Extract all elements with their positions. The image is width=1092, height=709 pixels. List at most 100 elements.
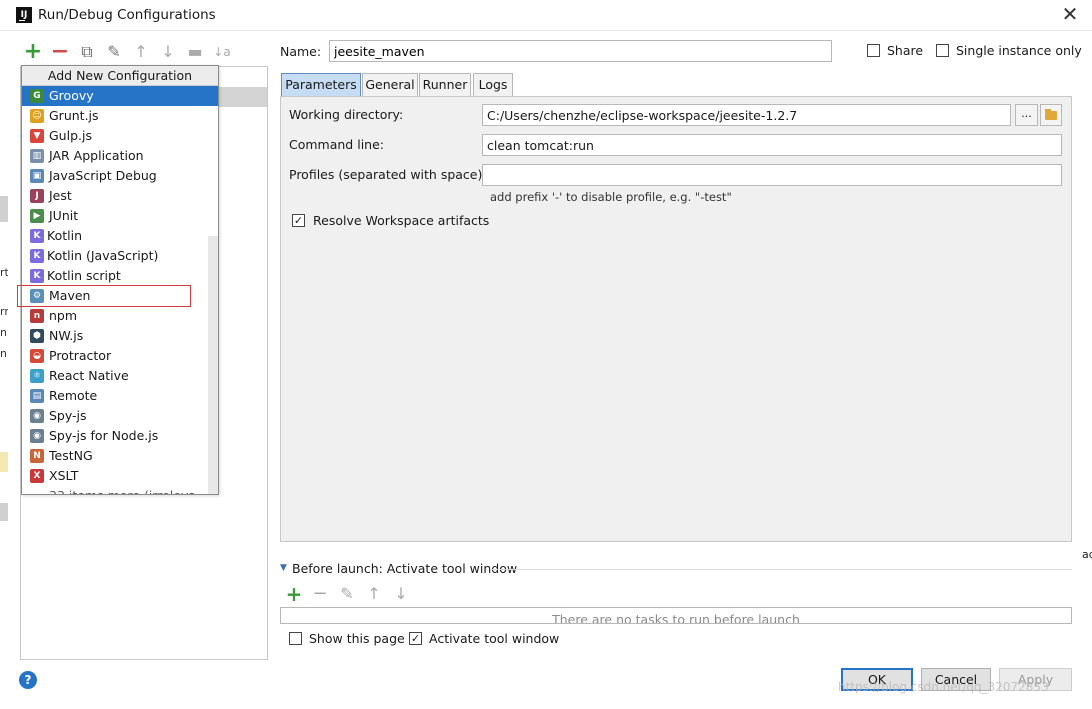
before-launch-label[interactable]: Before launch: Activate tool window — [292, 561, 517, 576]
show-this-page-label[interactable]: Show this page — [309, 631, 405, 646]
intellij-app-icon: IJ — [16, 7, 32, 23]
add-new-configuration-popup[interactable]: Add New Configuration G Groovy ☺ Grunt.js ▼ G… — [21, 65, 219, 495]
share-label[interactable]: Share — [887, 43, 923, 58]
config-type-item[interactable]: X XSLT — [22, 466, 218, 486]
config-type-label: JAR Application — [49, 148, 144, 163]
edit-defaults-wrench-icon[interactable]: ✎ — [104, 42, 124, 62]
working-directory-field[interactable]: C:/Users/chenzhe/eclipse-workspace/jeesi… — [482, 104, 1011, 126]
grunt-icon: ☺ — [30, 109, 44, 123]
module-folder-icon[interactable] — [1040, 104, 1062, 126]
junit-icon: ▶ — [30, 209, 44, 223]
config-type-item[interactable]: ◒ Protractor — [22, 346, 218, 366]
config-type-item[interactable]: ⚛ React Native — [22, 366, 218, 386]
before-launch-task-list[interactable]: There are no tasks to run before launch — [280, 607, 1072, 624]
spyjs-icon: ◉ — [30, 409, 44, 423]
config-type-label: Spy-js for Node.js — [49, 428, 159, 443]
profiles-hint: add prefix '-' to disable profile, e.g. … — [490, 190, 732, 204]
background-window-sliver: nl — [0, 326, 8, 339]
browse-button[interactable]: ... — [1015, 104, 1038, 126]
parameters-tab-panel — [280, 96, 1072, 542]
single-instance-label[interactable]: Single instance only — [956, 43, 1082, 58]
config-type-item[interactable]: ⬢ NW.js — [22, 326, 218, 346]
share-checkbox[interactable] — [867, 44, 880, 57]
config-type-label: Gulp.js — [49, 128, 92, 143]
spyjs-node-icon: ◉ — [30, 429, 44, 443]
background-window-sliver — [0, 503, 8, 521]
background-window-sliver: ad — [1082, 548, 1092, 561]
config-type-item[interactable]: ◉ Spy-js — [22, 406, 218, 426]
config-type-label: npm — [49, 308, 78, 323]
config-type-item[interactable]: J Jest — [22, 186, 218, 206]
config-type-label: Spy-js — [49, 408, 87, 423]
add-task-icon[interactable]: + — [285, 584, 303, 604]
npm-icon: n — [30, 309, 44, 323]
nwjs-icon: ⬢ — [30, 329, 44, 343]
config-type-item[interactable]: N TestNG — [22, 446, 218, 466]
collapse-arrow-icon[interactable]: ▼ — [280, 563, 287, 573]
move-task-down-icon[interactable]: ↓ — [392, 584, 410, 604]
help-icon[interactable]: ? — [19, 671, 37, 689]
remote-icon: ▤ — [30, 389, 44, 403]
config-type-item[interactable]: 33 items more (irreleva — [22, 486, 218, 494]
gulp-icon: ▼ — [30, 129, 44, 143]
config-type-label: React Native — [49, 368, 129, 383]
tab-general[interactable]: General — [362, 73, 418, 96]
profiles-field[interactable] — [482, 164, 1062, 186]
config-type-item[interactable]: ▤ Remote — [22, 386, 218, 406]
remove-task-icon[interactable]: − — [311, 584, 329, 604]
resolve-workspace-label[interactable]: Resolve Workspace artifacts — [313, 213, 489, 228]
single-instance-checkbox[interactable] — [936, 44, 949, 57]
config-type-label: Groovy — [49, 88, 94, 103]
tab-runner[interactable]: Runner — [419, 73, 471, 96]
move-up-icon[interactable]: ↑ — [131, 42, 151, 62]
resolve-workspace-checkbox[interactable]: ✓ — [292, 214, 305, 227]
sort-alphabetically-icon[interactable]: ↓a — [212, 42, 232, 62]
testng-icon: N — [30, 449, 44, 463]
config-type-label: 33 items more (irreleva — [49, 488, 196, 494]
background-window-sliver — [0, 452, 8, 472]
js-debug-icon: ▣ — [30, 169, 44, 183]
config-type-item[interactable]: ▣ JavaScript Debug — [22, 166, 218, 186]
config-type-item[interactable]: G Groovy — [22, 86, 218, 106]
config-type-label: XSLT — [49, 468, 79, 483]
folder-icon[interactable]: ▬ — [185, 42, 205, 62]
remove-configuration-icon[interactable]: − — [50, 41, 70, 63]
react-icon: ⚛ — [30, 369, 44, 383]
command-line-field[interactable]: clean tomcat:run — [482, 134, 1062, 156]
config-type-item[interactable]: K Kotlin script — [22, 266, 218, 286]
window-title: Run/Debug Configurations — [38, 7, 216, 23]
copy-configuration-icon[interactable]: ⧉ — [77, 42, 97, 62]
kotlin-js-icon: K — [30, 249, 44, 263]
activate-tool-window-checkbox[interactable]: ✓ — [409, 632, 422, 645]
config-type-label: Kotlin (JavaScript) — [47, 248, 159, 263]
config-type-item[interactable]: ☺ Grunt.js — [22, 106, 218, 126]
config-type-item[interactable]: K Kotlin — [22, 226, 218, 246]
tab-parameters[interactable]: Parameters — [281, 73, 361, 96]
edit-task-icon[interactable]: ✎ — [338, 584, 356, 604]
config-type-label: JUnit — [49, 208, 79, 223]
activate-tool-window-label[interactable]: Activate tool window — [429, 631, 559, 646]
watermark: https://blog.csdn.net/qq_32072853 — [838, 680, 1049, 694]
add-configuration-icon[interactable]: + — [23, 41, 43, 63]
empty-task-list-text: There are no tasks to run before launch — [552, 612, 800, 624]
popup-scrollbar[interactable] — [208, 236, 218, 494]
config-type-item[interactable]: ▥ JAR Application — [22, 146, 218, 166]
config-type-label: Jest — [49, 188, 72, 203]
splitter-handle[interactable] — [267, 340, 271, 356]
config-type-label: JavaScript Debug — [49, 168, 157, 183]
config-type-item[interactable]: ▶ JUnit — [22, 206, 218, 226]
config-type-label: Kotlin — [47, 228, 82, 243]
move-task-up-icon[interactable]: ↑ — [365, 584, 383, 604]
show-this-page-checkbox[interactable] — [289, 632, 302, 645]
config-type-item[interactable]: ▼ Gulp.js — [22, 126, 218, 146]
config-type-item[interactable]: ◉ Spy-js for Node.js — [22, 426, 218, 446]
name-input[interactable] — [329, 40, 832, 62]
config-type-item[interactable]: n npm — [22, 306, 218, 326]
tree-selected-row[interactable] — [218, 87, 267, 107]
close-icon[interactable]: ✕ — [1058, 2, 1082, 26]
profiles-label: Profiles (separated with space): — [289, 167, 487, 182]
move-down-icon[interactable]: ↓ — [158, 42, 178, 62]
config-type-item[interactable]: K Kotlin (JavaScript) — [22, 246, 218, 266]
xslt-icon: X — [30, 469, 44, 483]
tab-logs[interactable]: Logs — [473, 73, 513, 96]
